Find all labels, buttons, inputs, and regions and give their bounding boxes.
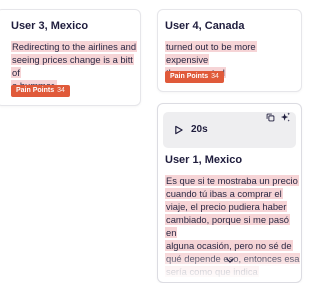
tag-label: Pain Points [170, 73, 209, 80]
insight-card[interactable]: User 3, Mexico Redirecting to the airlin… [0, 9, 141, 106]
sparkle-icon[interactable] [280, 112, 291, 123]
quote-line: cambiado, porque si me pasó en [165, 214, 290, 238]
insight-card[interactable]: User 4, Canada turned out to be more exp… [157, 9, 302, 92]
tag-count: 34 [211, 73, 219, 80]
play-icon[interactable] [174, 125, 183, 135]
card-title: User 4, Canada [165, 20, 245, 32]
quote-line: seeing prices change is a bitt of [11, 54, 134, 78]
chevron-down-icon[interactable] [226, 258, 234, 263]
tag-count: 34 [57, 87, 65, 94]
quote-line: turned out to be more expensive [165, 41, 257, 65]
copy-icon[interactable] [266, 113, 275, 122]
quote-line: sería como que indica [165, 266, 259, 277]
insight-card-with-audio[interactable]: 20s User 1, Mexico Es que si te mostraba… [157, 103, 302, 283]
quote-line: viaje, el precio pudiera haber [165, 201, 288, 212]
tag-label: Pain Points [16, 87, 55, 94]
quote-line: cuando tú ibas a comprar el [165, 188, 283, 199]
clip-duration: 20s [191, 124, 208, 135]
card-title: User 3, Mexico [11, 20, 89, 32]
quote-line: Es que si te mostraba un precio [165, 175, 299, 186]
audio-clip-bar[interactable]: 20s [163, 112, 296, 148]
tag-pain-points[interactable]: Pain Points 34 [165, 71, 224, 83]
tag-pain-points[interactable]: Pain Points 34 [11, 85, 70, 97]
card-title: User 1, Mexico [165, 154, 243, 166]
quote-line: alguna ocasión, pero no sé de [165, 240, 293, 251]
quote-line: Redirecting to the airlines and [11, 41, 138, 52]
